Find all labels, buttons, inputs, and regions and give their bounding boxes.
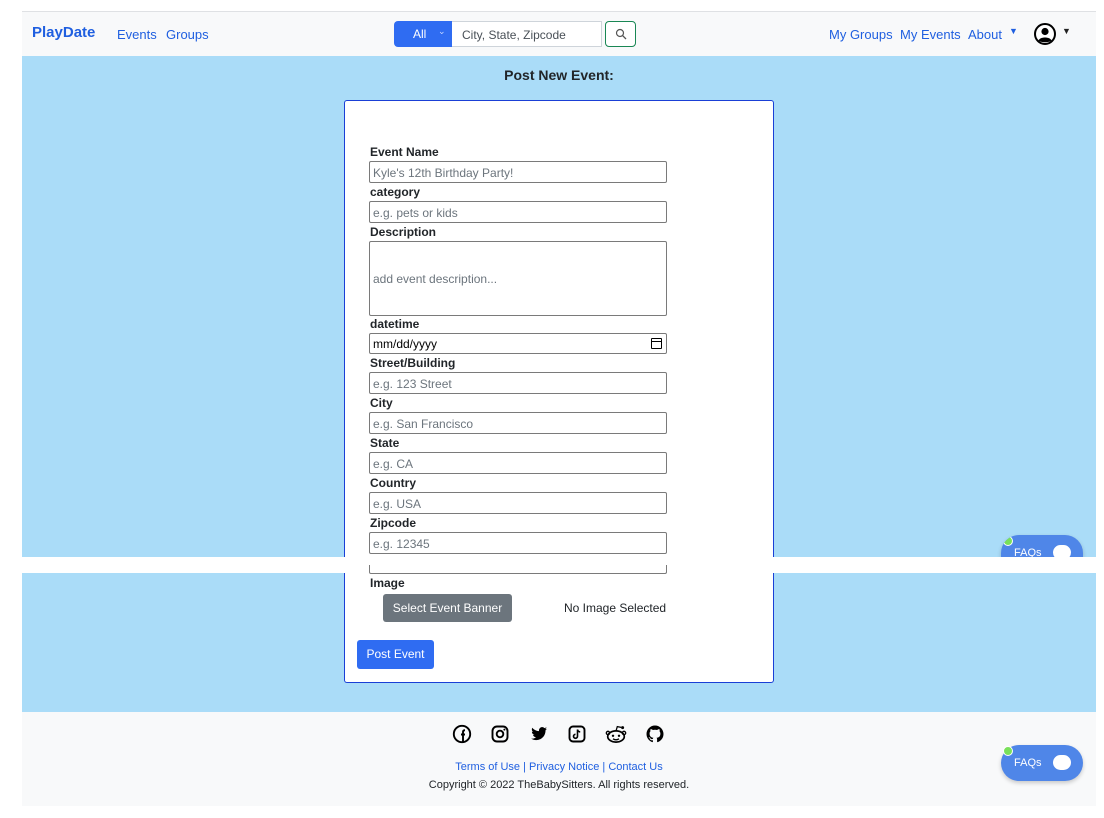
instagram-icon[interactable] [490,724,510,744]
no-image-status: No Image Selected [564,601,667,615]
calendar-icon[interactable] [651,338,662,349]
contact-us-link[interactable]: Contact Us [608,761,662,773]
description-textarea[interactable]: add event description... [369,241,667,316]
datetime-value: mm/dd/yyyy [373,337,438,351]
brand-logo[interactable]: PlayDate [32,24,95,41]
privacy-notice-link[interactable]: Privacy Notice [529,761,599,773]
street-label: Street/Building [370,356,456,370]
faq-button[interactable]: FAQs [1001,535,1083,557]
category-label: category [370,185,421,199]
online-status-icon [1003,536,1013,546]
footer [22,712,1096,806]
city-input[interactable]: e.g. San Francisco [369,412,667,434]
zipcode-label: Zipcode [370,516,417,530]
state-label: State [370,436,400,450]
faq-label: FAQs [1014,547,1042,557]
description-label: Description [370,225,437,239]
twitter-icon[interactable] [529,724,549,744]
navbar: PlayDate Events Groups All ⌄ City, State… [22,11,1096,56]
image-label: Image [370,576,405,590]
search-icon [615,28,627,40]
online-status-icon [1003,746,1013,756]
select-event-banner-button[interactable]: Select Event Banner [383,594,512,622]
search-button[interactable] [605,21,636,47]
tiktok-icon[interactable] [567,724,587,744]
page-title: Post New Event: [504,67,614,83]
chat-bubble-icon [1053,545,1071,557]
image-input-stub [369,565,667,574]
chevron-down-icon[interactable]: ▼ [1009,26,1018,36]
search-input[interactable]: City, State, Zipcode [452,21,602,47]
user-avatar-icon[interactable] [1034,23,1056,45]
reddit-icon[interactable] [604,724,628,744]
facebook-icon[interactable] [452,724,472,744]
city-label: City [370,396,393,410]
nav-link-my-events[interactable]: My Events [900,27,961,42]
terms-of-use-link[interactable]: Terms of Use [455,761,520,773]
nav-link-about[interactable]: About [968,27,1002,42]
country-input[interactable]: e.g. USA [369,492,667,514]
search-category-dropdown[interactable]: All ⌄ [394,21,452,47]
post-event-button[interactable]: Post Event [357,640,434,669]
category-input[interactable]: e.g. pets or kids [369,201,667,223]
chevron-down-icon[interactable]: ▼ [1062,26,1071,36]
chevron-down-icon: ⌄ [438,26,446,36]
state-input[interactable]: e.g. CA [369,452,667,474]
chat-bubble-icon [1053,755,1071,770]
event-name-input[interactable]: Kyle's 12th Birthday Party! [369,161,667,183]
link-separator: | [520,761,530,773]
faq-button[interactable]: FAQs [1001,745,1083,781]
faq-label: FAQs [1014,757,1042,769]
copyright-text: Copyright © 2022 TheBabySitters. All rig… [428,779,690,791]
nav-link-events[interactable]: Events [117,27,157,42]
zipcode-input[interactable]: e.g. 12345 [369,532,667,554]
datetime-label: datetime [370,317,420,331]
link-separator: | [599,761,609,773]
event-name-label: Event Name [370,145,439,159]
street-input[interactable]: e.g. 123 Street [369,372,667,394]
country-label: Country [370,476,416,490]
nav-link-my-groups[interactable]: My Groups [829,27,893,42]
datetime-input[interactable]: mm/dd/yyyy [369,333,667,354]
footer-links: Terms of Use | Privacy Notice | Contact … [22,761,1096,773]
nav-link-groups[interactable]: Groups [166,27,209,42]
search-category-label: All [413,27,427,41]
github-icon[interactable] [645,724,665,744]
